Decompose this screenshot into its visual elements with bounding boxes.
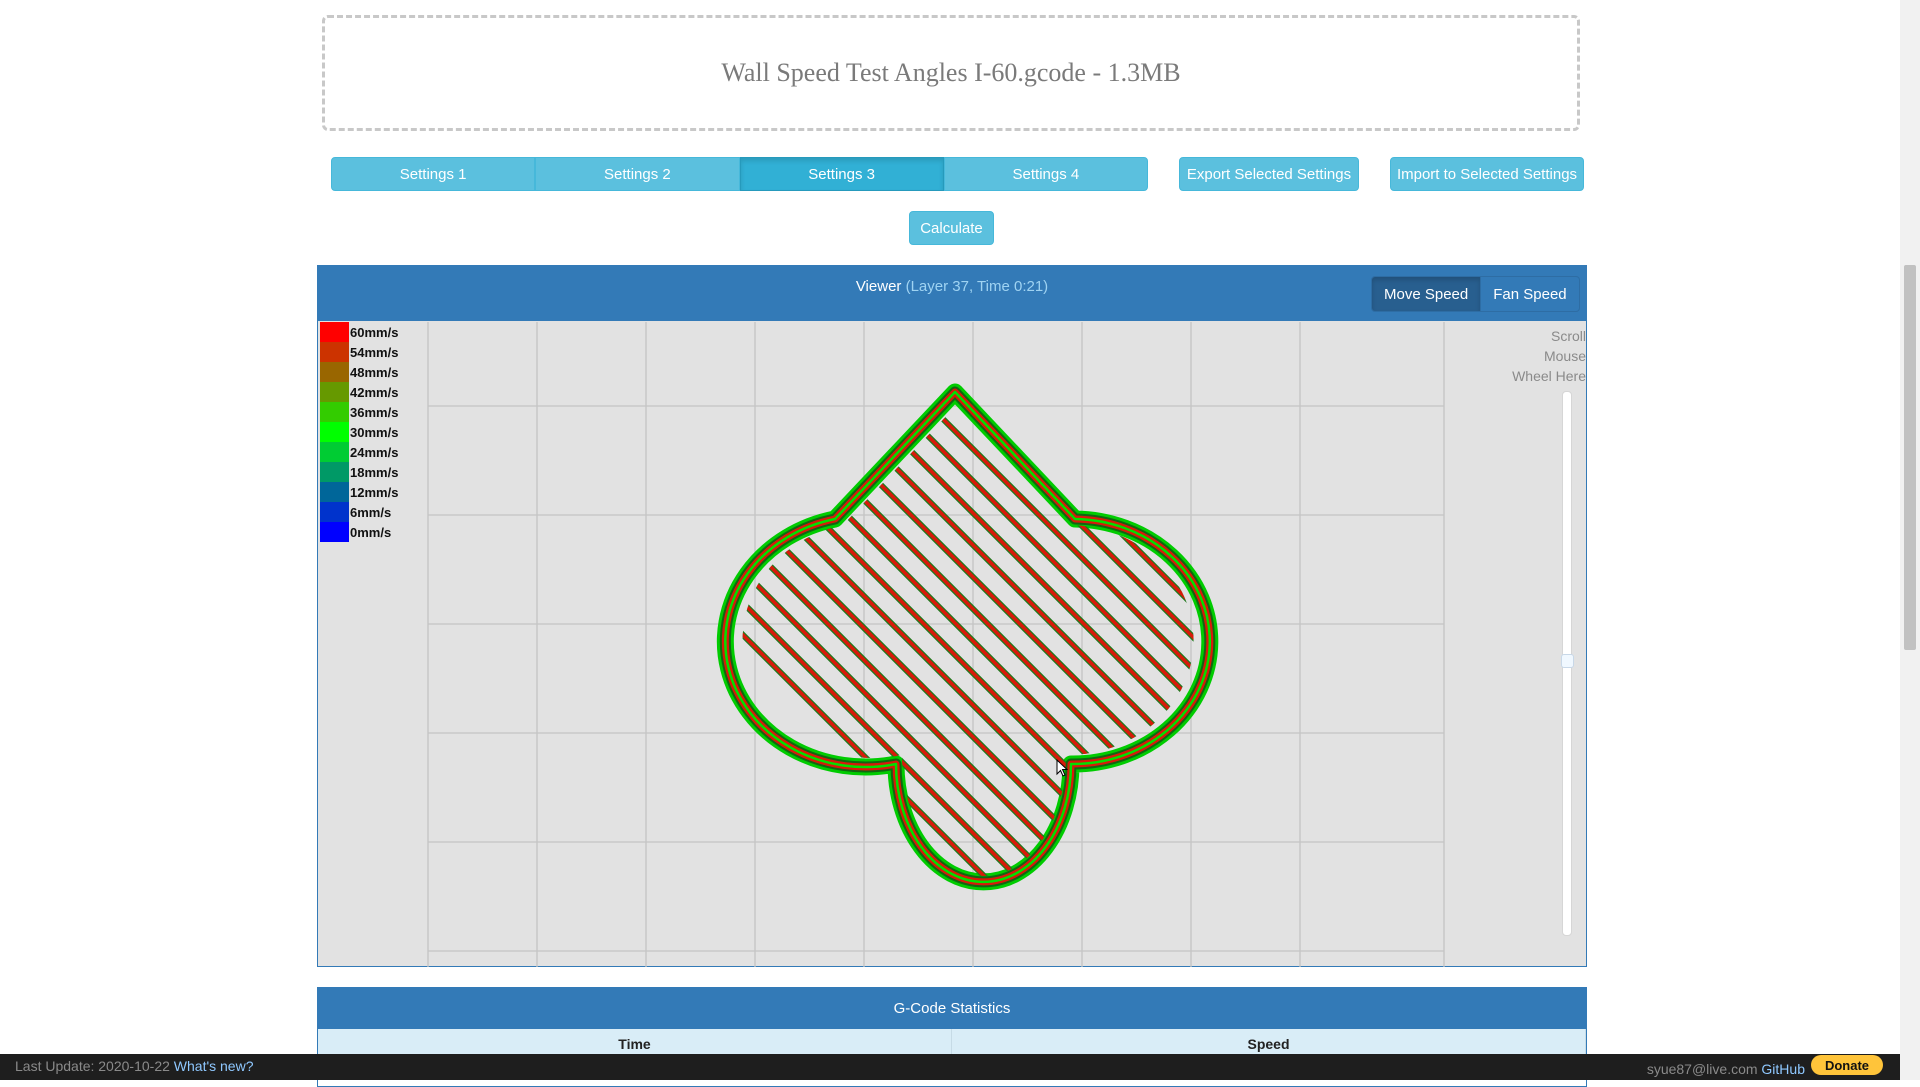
scroll-hint-line-3: Wheel Here: [1512, 368, 1586, 384]
legend-swatch: [320, 342, 349, 362]
speed-legend: 60mm/s 54mm/s 48mm/s 42mm/s 36mm/s 30mm/s 24mm…: [320, 322, 398, 542]
legend-swatch: [320, 462, 349, 482]
legend-item: 42mm/s: [320, 382, 398, 402]
legend-swatch: [320, 482, 349, 502]
legend-swatch: [320, 522, 349, 542]
viewer-title-text: Viewer: [855, 278, 902, 295]
legend-label: 30mm/s: [350, 424, 399, 440]
legend-label: 48mm/s: [350, 364, 399, 380]
legend-label: 24mm/s: [350, 444, 399, 460]
scroll-hint-line-1: Scroll: [1550, 328, 1586, 344]
legend-item: 0mm/s: [320, 522, 398, 542]
tab-settings-1[interactable]: Settings 1: [331, 157, 536, 191]
legend-label: 60mm/s: [350, 324, 399, 340]
footer-right: syue87@live.com GitHub: [1647, 1061, 1805, 1077]
file-drop-zone[interactable]: Wall Speed Test Angles I-60.gcode - 1.3M…: [322, 15, 1580, 131]
import-settings-button[interactable]: Import to Selected Settings: [1390, 157, 1584, 191]
viewer-panel: Viewer (Layer 37, Time 0:21) Move Speed …: [317, 265, 1587, 967]
viewer-header: Viewer (Layer 37, Time 0:21) Move Speed …: [318, 266, 1586, 321]
legend-item: 60mm/s: [320, 322, 398, 342]
speed-mode-toggle: Move Speed Fan Speed: [1371, 276, 1580, 312]
tab-settings-3[interactable]: Settings 3: [739, 157, 944, 191]
last-update-text: Last Update: 2020-10-22: [15, 1058, 170, 1074]
layer-slider[interactable]: [1561, 391, 1574, 936]
contact-email: syue87@live.com: [1646, 1061, 1758, 1077]
move-speed-button[interactable]: Move Speed: [1371, 276, 1482, 312]
fan-speed-button[interactable]: Fan Speed: [1481, 276, 1580, 312]
layer-slider-handle[interactable]: [1561, 654, 1574, 668]
legend-item: 12mm/s: [320, 482, 398, 502]
scroll-hint-line-2: Mouse: [1543, 348, 1586, 364]
legend-label: 0mm/s: [350, 524, 392, 540]
legend-item: 30mm/s: [320, 422, 398, 442]
page-scrollbar[interactable]: [1900, 0, 1920, 1080]
legend-swatch: [320, 422, 349, 442]
stats-title: G-Code Statistics: [318, 988, 1586, 1029]
export-settings-button[interactable]: Export Selected Settings: [1179, 157, 1359, 191]
tab-settings-4[interactable]: Settings 4: [943, 157, 1148, 191]
legend-swatch: [320, 382, 349, 402]
legend-label: 36mm/s: [350, 404, 399, 420]
whats-new-link[interactable]: What's new?: [174, 1058, 254, 1074]
gcode-canvas[interactable]: [318, 322, 1586, 967]
legend-label: 18mm/s: [350, 464, 399, 480]
legend-label: 42mm/s: [350, 384, 399, 400]
legend-label: 6mm/s: [350, 504, 392, 520]
donate-button[interactable]: Donate: [1811, 1055, 1883, 1075]
viewer-layer-time: (Layer 37, Time 0:21): [905, 278, 1049, 295]
legend-item: 36mm/s: [320, 402, 398, 422]
legend-item: 54mm/s: [320, 342, 398, 362]
legend-swatch: [320, 362, 349, 382]
legend-swatch: [320, 502, 349, 522]
tab-settings-2[interactable]: Settings 2: [535, 157, 740, 191]
legend-item: 24mm/s: [320, 442, 398, 462]
legend-item: 18mm/s: [320, 462, 398, 482]
loaded-file-label: Wall Speed Test Angles I-60.gcode - 1.3M…: [721, 58, 1181, 87]
legend-swatch: [320, 322, 349, 342]
legend-label: 54mm/s: [350, 344, 399, 360]
footer-left: Last Update: 2020-10-22 What's new?: [15, 1058, 254, 1074]
settings-tabs: Settings 1 Settings 2 Settings 3 Setting…: [331, 157, 1148, 191]
calculate-button[interactable]: Calculate: [909, 211, 994, 245]
legend-item: 6mm/s: [320, 502, 398, 522]
page-scrollbar-thumb[interactable]: [1904, 265, 1916, 650]
footer: Last Update: 2020-10-22 What's new? syue…: [0, 1054, 1900, 1080]
scroll-hint: Scroll Mouse Wheel Here: [1496, 326, 1586, 386]
legend-label: 12mm/s: [350, 484, 399, 500]
legend-swatch: [320, 402, 349, 422]
github-link[interactable]: GitHub: [1761, 1061, 1805, 1077]
legend-swatch: [320, 442, 349, 462]
legend-item: 48mm/s: [320, 362, 398, 382]
